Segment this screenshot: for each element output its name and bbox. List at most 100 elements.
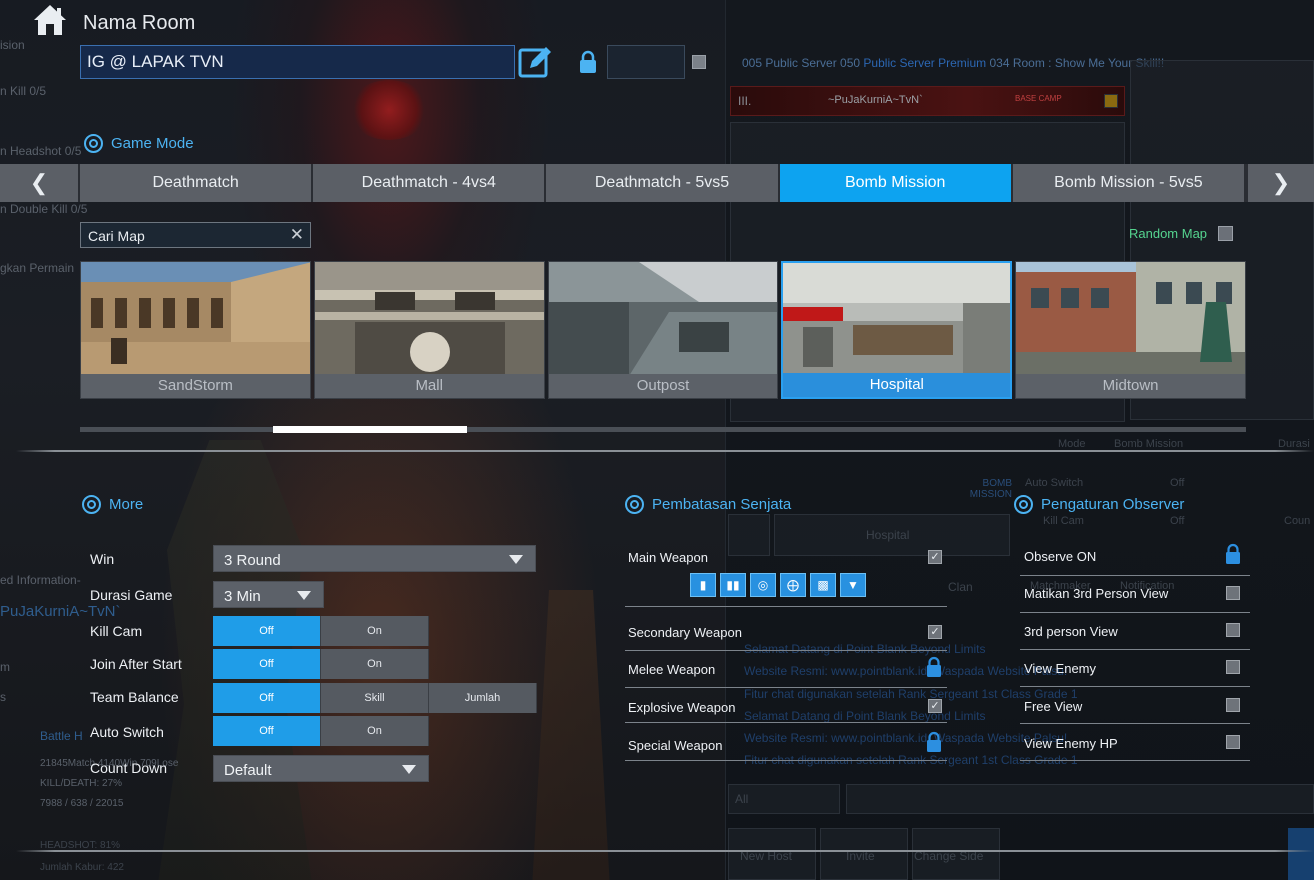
mode-prev-button[interactable]: ❮: [0, 164, 80, 202]
divider: [625, 687, 947, 688]
edit-icon[interactable]: [518, 44, 554, 80]
auto-switch-on[interactable]: On: [321, 716, 429, 746]
target-icon: [1014, 495, 1033, 514]
more-header: More: [82, 495, 143, 514]
map-name: Outpost: [548, 374, 778, 398]
more-title: More: [109, 496, 144, 513]
divider: [625, 722, 947, 723]
free-view-checkbox[interactable]: [1226, 698, 1240, 712]
map-search-input[interactable]: Cari Map ✕: [80, 222, 311, 248]
map-search-placeholder: Cari Map: [88, 228, 145, 244]
melee-weapon-label: Melee Weapon: [628, 662, 716, 677]
bullet-icon[interactable]: ▮: [690, 573, 716, 597]
divider: [625, 760, 947, 761]
view-enemy-checkbox[interactable]: [1226, 660, 1240, 674]
password-checkbox[interactable]: [692, 55, 706, 69]
main-weapon-label: Main Weapon: [628, 550, 708, 565]
divider: [1020, 686, 1250, 687]
map-card-hospital[interactable]: Hospital: [781, 261, 1013, 399]
password-input[interactable]: [607, 45, 685, 79]
divider: [16, 850, 1314, 852]
map-card-sandstorm[interactable]: SandStorm: [80, 261, 311, 399]
room-name-input[interactable]: [80, 45, 515, 79]
tab-deathmatch-4vs4[interactable]: Deathmatch - 4vs4: [313, 164, 547, 202]
kill-cam-label: Kill Cam: [90, 623, 143, 639]
kill-cam-toggle: Off On: [213, 616, 429, 646]
durasi-value: 3 Min: [224, 588, 261, 605]
grenade-icon[interactable]: ▩: [810, 573, 836, 597]
tab-deathmatch[interactable]: Deathmatch: [80, 164, 314, 202]
divider: [625, 650, 947, 651]
matikan-3rd-person-checkbox[interactable]: [1226, 586, 1240, 600]
weapons-header: Pembatasan Senjata: [625, 495, 791, 514]
divider: [1020, 760, 1250, 761]
shield-icon[interactable]: ▼: [840, 573, 866, 597]
map-name: Midtown: [1016, 374, 1245, 398]
tab-bomb-mission[interactable]: Bomb Mission: [779, 164, 1013, 202]
tab-bomb-mission-5vs5[interactable]: Bomb Mission - 5vs5: [1012, 164, 1247, 202]
view-enemy-hp-label: View Enemy HP: [1024, 736, 1118, 751]
lock-icon: [1226, 543, 1240, 564]
team-balance-toggle: Off Skill Jumlah: [213, 683, 537, 713]
view-enemy-hp-checkbox[interactable]: [1226, 735, 1240, 749]
close-icon[interactable]: ✕: [290, 225, 304, 245]
3rd-person-view-label: 3rd person View: [1024, 624, 1118, 639]
auto-switch-toggle: Off On: [213, 716, 429, 746]
map-thumbnail: [1016, 262, 1245, 376]
secondary-weapon-checkbox[interactable]: ✓: [928, 625, 942, 639]
view-enemy-label: View Enemy: [1024, 661, 1097, 676]
mode-next-button[interactable]: ❯: [1246, 164, 1314, 202]
chevron-down-icon: [509, 555, 523, 564]
map-thumbnail: [783, 263, 1011, 377]
random-map-checkbox[interactable]: [1218, 226, 1233, 241]
tab-deathmatch-5vs5[interactable]: Deathmatch - 5vs5: [546, 164, 780, 202]
main-weapon-checkbox[interactable]: ✓: [928, 550, 942, 564]
durasi-label: Durasi Game: [90, 587, 173, 603]
mode-tab-bar: ❮ Deathmatch Deathmatch - 4vs4 Deathmatc…: [0, 164, 1314, 202]
observer-header: Pengaturan Observer: [1014, 495, 1184, 514]
lock-icon: [580, 50, 596, 73]
map-name: Hospital: [783, 373, 1011, 397]
game-mode-title: Game Mode: [111, 135, 194, 152]
explosive-weapon-checkbox[interactable]: ✓: [928, 699, 942, 713]
team-balance-off[interactable]: Off: [213, 683, 321, 713]
join-after-start-label: Join After Start: [90, 656, 182, 672]
kill-cam-off[interactable]: Off: [213, 616, 321, 646]
auto-switch-off[interactable]: Off: [213, 716, 321, 746]
win-dropdown[interactable]: 3 Round: [213, 545, 536, 572]
crosshair-icon[interactable]: ⨁: [780, 573, 806, 597]
target-icon: [625, 495, 644, 514]
join-after-start-on[interactable]: On: [321, 649, 429, 679]
kill-cam-on[interactable]: On: [321, 616, 429, 646]
divider: [625, 606, 947, 607]
team-balance-skill[interactable]: Skill: [321, 683, 429, 713]
count-down-dropdown[interactable]: Default: [213, 755, 429, 782]
count-down-value: Default: [224, 762, 272, 779]
3rd-person-view-checkbox[interactable]: [1226, 623, 1240, 637]
target-icon: [82, 495, 101, 514]
map-thumbnail: [81, 262, 310, 376]
map-name: SandStorm: [81, 374, 310, 398]
secondary-weapon-label: Secondary Weapon: [628, 625, 742, 640]
team-balance-jumlah[interactable]: Jumlah: [429, 683, 537, 713]
map-list: SandStorm Mall Outpost Hospital Midtown: [80, 261, 1246, 399]
game-mode-header: Game Mode: [84, 134, 194, 153]
lock-icon: [927, 656, 941, 677]
map-scrollbar-thumb[interactable]: [273, 426, 467, 433]
map-card-midtown[interactable]: Midtown: [1015, 261, 1246, 399]
ammo-icon[interactable]: ▮▮: [720, 573, 746, 597]
map-thumbnail: [548, 262, 778, 376]
map-scrollbar[interactable]: [80, 427, 1246, 432]
target-icon[interactable]: ◎: [750, 573, 776, 597]
dialog-title: Nama Room: [83, 12, 196, 34]
matikan-3rd-person-label: Matikan 3rd Person View: [1024, 586, 1169, 601]
map-card-mall[interactable]: Mall: [313, 261, 545, 399]
divider: [1020, 723, 1250, 724]
divider: [1020, 649, 1250, 650]
map-card-outpost[interactable]: Outpost: [547, 261, 779, 399]
join-after-start-off[interactable]: Off: [213, 649, 321, 679]
create-room-dialog: Nama Room Game Mode ❮ Deathmatch Deathma…: [0, 0, 1314, 880]
special-weapon-label: Special Weapon: [628, 738, 723, 753]
durasi-dropdown[interactable]: 3 Min: [213, 581, 324, 608]
map-name: Mall: [314, 374, 544, 398]
